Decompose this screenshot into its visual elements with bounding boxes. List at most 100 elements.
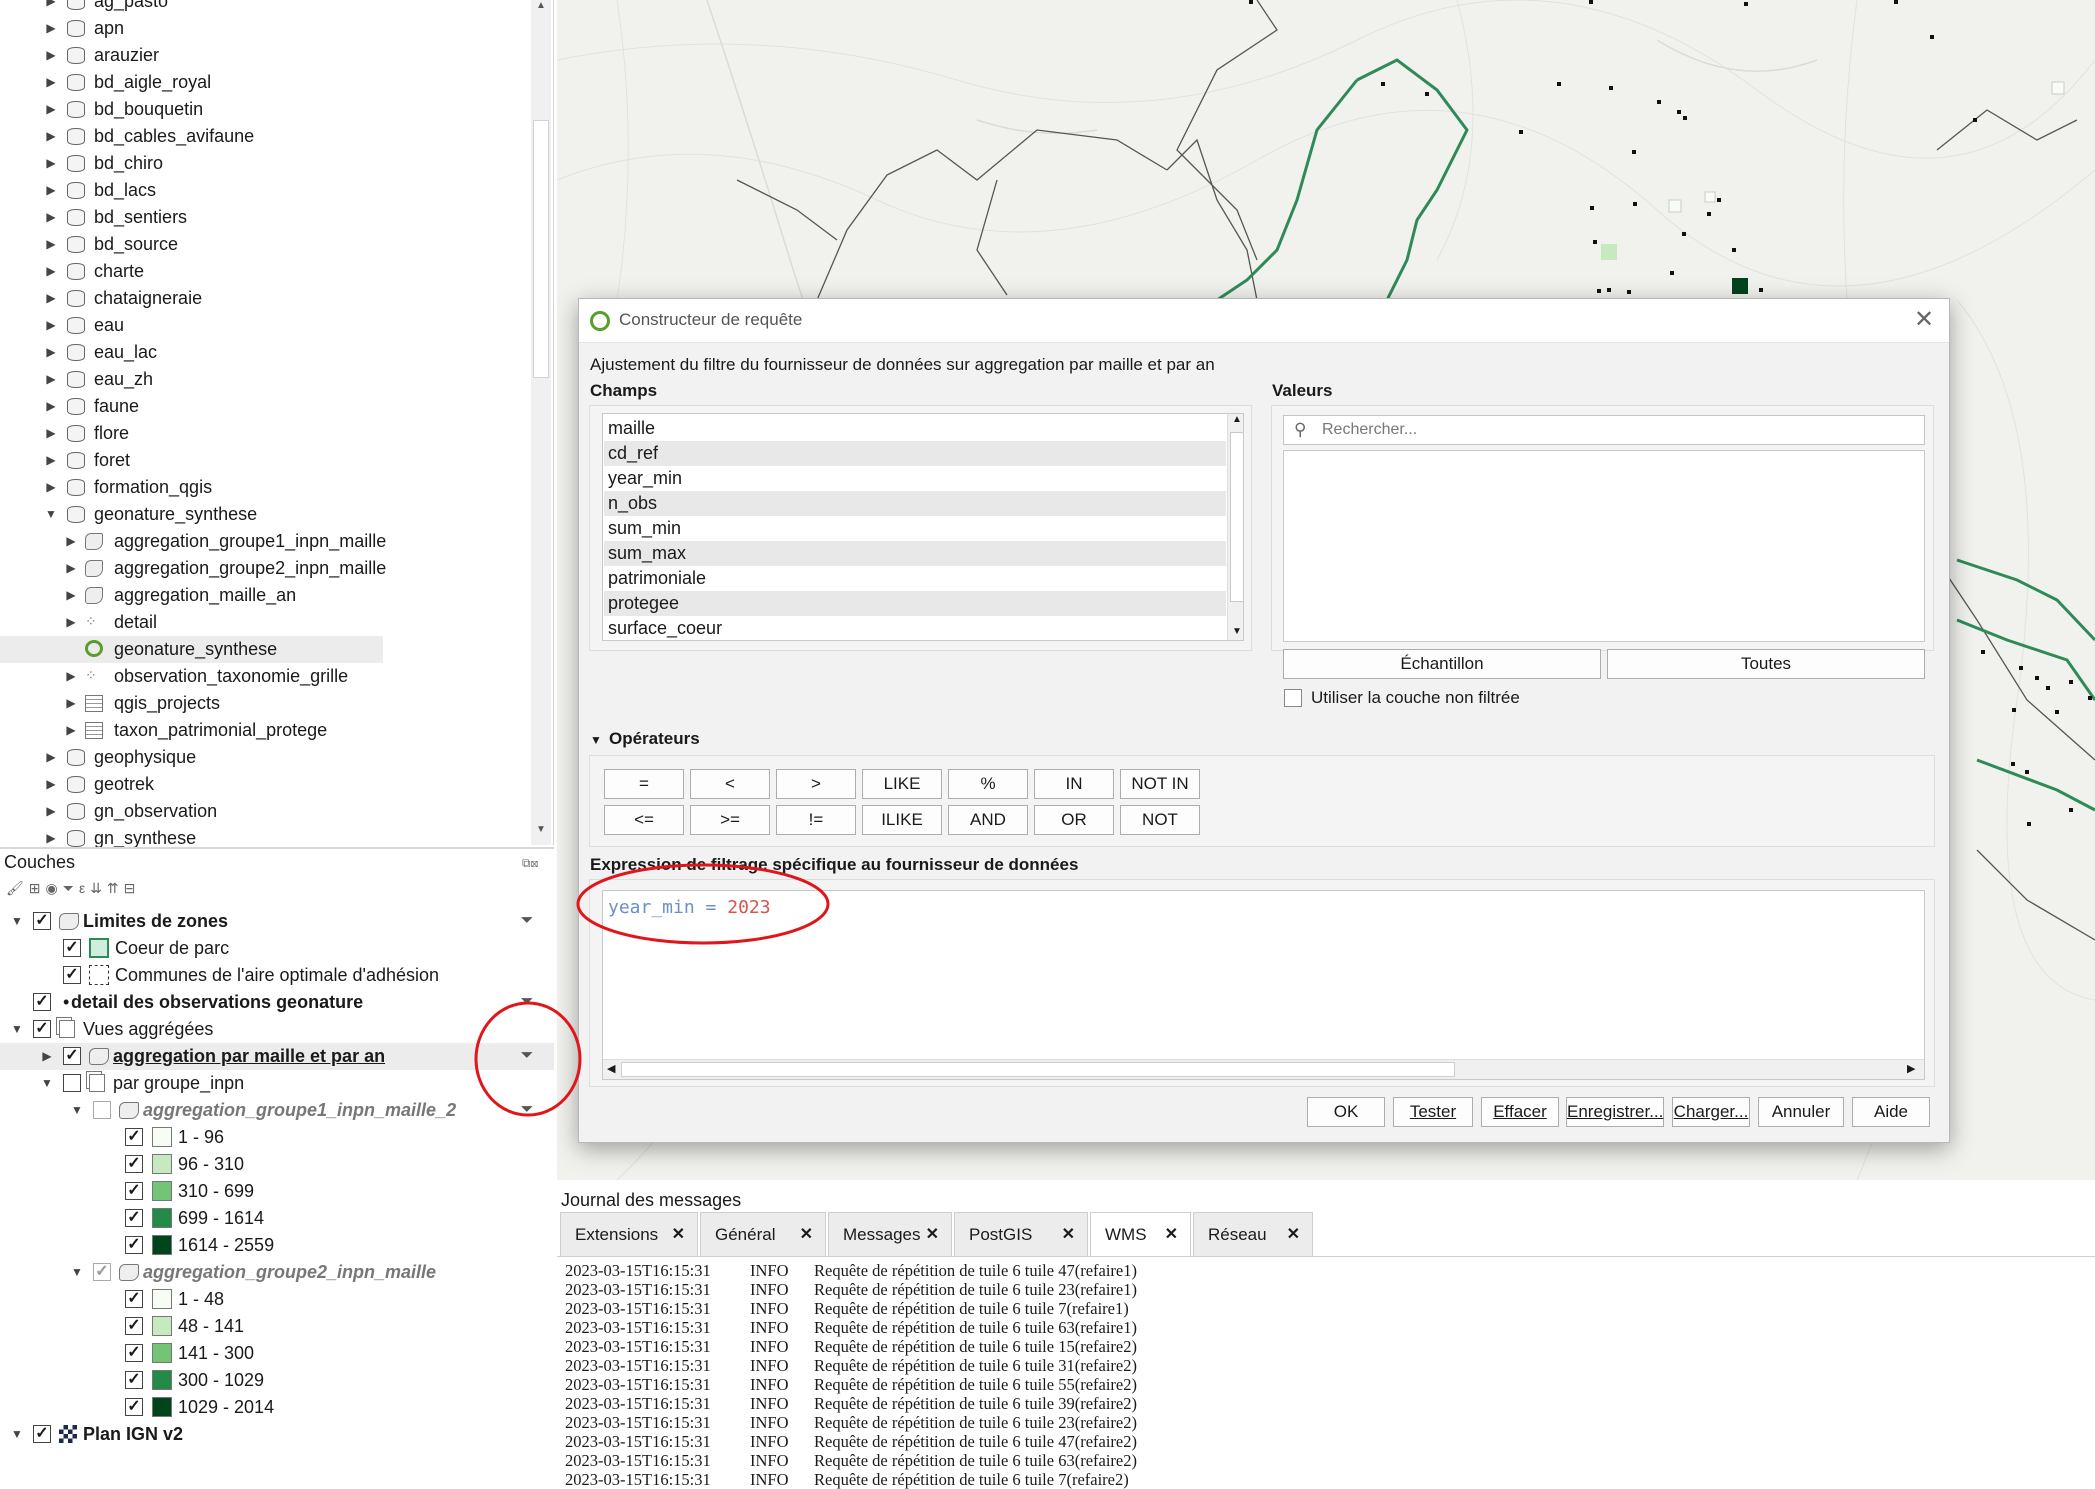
layer-row[interactable]: ✓ 310 - 699	[0, 1178, 554, 1205]
expand-arrow-icon[interactable]: ▶	[44, 42, 58, 69]
scroll-left-icon[interactable]: ◀	[607, 1062, 615, 1075]
browser-item[interactable]: ▶ bd_lacs	[0, 177, 535, 204]
expand-arrow-icon[interactable]: ▶	[64, 609, 78, 636]
expand-arrow-icon[interactable]: ▶	[64, 555, 78, 582]
browser-item[interactable]: ▶ flore	[0, 420, 535, 447]
save-button[interactable]: Enregistrer...	[1566, 1097, 1664, 1127]
browser-item[interactable]: ▶ ⁘ detail	[0, 609, 535, 636]
expand-all-icon[interactable]: ⇊	[90, 880, 107, 896]
layer-visibility-checkbox[interactable]: ✓	[33, 1020, 51, 1038]
filter-icon[interactable]: ⏷	[518, 913, 536, 929]
operator-button[interactable]: LIKE	[862, 769, 942, 799]
layer-visibility-checkbox[interactable]	[63, 1074, 81, 1092]
expand-arrow-icon[interactable]: ▶	[64, 582, 78, 609]
fields-scroll-up-icon[interactable]: ▲	[1229, 414, 1243, 425]
layer-visibility-checkbox[interactable]: ✓	[125, 1398, 143, 1416]
panel-float-icon[interactable]: ⧉⊠	[522, 856, 538, 871]
layer-visibility-checkbox[interactable]: ✓	[63, 939, 81, 957]
layer-visibility-checkbox[interactable]: ✓	[125, 1155, 143, 1173]
browser-item[interactable]: ▶ bd_bouquetin	[0, 96, 535, 123]
browser-item[interactable]: ▶ taxon_patrimonial_protege	[0, 717, 535, 744]
browser-item[interactable]: ▶ qgis_projects	[0, 690, 535, 717]
expand-arrow-icon[interactable]: ▶	[44, 15, 58, 42]
fields-list[interactable]: maille cd_ref year_min n_obs sum_min sum_maxp…	[602, 413, 1244, 641]
fields-scrollbar[interactable]: ▲ ▼	[1227, 414, 1243, 640]
clear-button[interactable]: Effacer	[1481, 1097, 1559, 1127]
layer-visibility-checkbox[interactable]: ✓	[125, 1290, 143, 1308]
expand-arrow-icon[interactable]: ▶	[44, 771, 58, 798]
unfiltered-layer-checkbox[interactable]	[1284, 689, 1302, 707]
help-button[interactable]: Aide	[1852, 1097, 1930, 1127]
field-item[interactable]: n_obs	[604, 491, 1226, 516]
layer-visibility-checkbox[interactable]: ✓	[63, 966, 81, 984]
layer-row[interactable]: ▼ par groupe_inpn	[0, 1070, 554, 1097]
browser-item[interactable]: ▶ eau_zh	[0, 366, 535, 393]
filter-icon[interactable]: ⏷	[518, 994, 536, 1010]
expand-arrow-icon[interactable]: ▶	[44, 798, 58, 825]
browser-item[interactable]: ▶ foret	[0, 447, 535, 474]
browser-item[interactable]: ▶ apn	[0, 15, 535, 42]
browser-item[interactable]: ▶ charte	[0, 258, 535, 285]
layer-row[interactable]: ▼ ✓ Vues aggrégées	[0, 1016, 554, 1043]
field-item[interactable]: maille	[604, 416, 1226, 441]
field-item[interactable]: sum_max	[604, 541, 1226, 566]
layer-row[interactable]: ✓ Communes de l'aire optimale d'adhésion	[0, 962, 554, 989]
field-item[interactable]: surface_coeur	[604, 616, 1226, 640]
layer-row[interactable]: ✓ 300 - 1029	[0, 1367, 554, 1394]
layer-row[interactable]: ▼ ✓ Limites de zones ⏷	[0, 908, 554, 935]
values-search-input[interactable]: ⚲ Rechercher...	[1283, 415, 1925, 445]
expand-arrow-icon[interactable]: ▶	[64, 690, 78, 717]
operator-button[interactable]: <=	[604, 805, 684, 835]
layer-row[interactable]: ✓ Coeur de parc	[0, 935, 554, 962]
browser-item[interactable]: ▶ eau	[0, 312, 535, 339]
operator-button[interactable]: ILIKE	[862, 805, 942, 835]
browser-item[interactable]: ▶ aggregation_groupe1_inpn_maille	[0, 528, 535, 555]
browser-item[interactable]: ▶ arauzier	[0, 42, 535, 69]
close-tab-icon[interactable]: ✕	[926, 1213, 939, 1257]
browser-item[interactable]: ▶ eau_lac	[0, 339, 535, 366]
expand-arrow-icon[interactable]: ▶	[44, 744, 58, 771]
expand-arrow-icon[interactable]: ▶	[44, 474, 58, 501]
browser-item[interactable]: ▶ geotrek	[0, 771, 535, 798]
layer-row[interactable]: ▼ ✓ aggregation_groupe2_inpn_maille	[0, 1259, 554, 1286]
collapse-all-icon[interactable]: ⇈	[107, 880, 124, 896]
expand-arrow-icon[interactable]: ▶	[44, 123, 58, 150]
browser-item[interactable]: ▶ bd_aigle_royal	[0, 69, 535, 96]
scroll-down-icon[interactable]: ▼	[533, 824, 549, 838]
browser-item[interactable]: ▶ aggregation_maille_an	[0, 582, 535, 609]
expand-arrow-icon[interactable]: ▶	[44, 150, 58, 177]
browser-item[interactable]: ▶ chataigneraie	[0, 285, 535, 312]
filter-icon[interactable]: ⏷	[518, 1048, 536, 1064]
expression-filter-icon[interactable]: ε	[79, 880, 90, 896]
layer-visibility-checkbox[interactable]: ✓	[33, 1425, 51, 1443]
collapse-arrow-icon[interactable]: ▼	[70, 1259, 84, 1286]
expand-arrow-icon[interactable]: ▶	[40, 1043, 54, 1070]
close-tab-icon[interactable]: ✕	[800, 1213, 813, 1257]
collapse-arrow-icon[interactable]: ▼	[10, 1421, 24, 1448]
expand-arrow-icon[interactable]: ▶	[44, 393, 58, 420]
operator-button[interactable]: !=	[776, 805, 856, 835]
remove-layer-icon[interactable]: ⊟	[124, 880, 141, 896]
layer-row[interactable]: ✓ 1 - 48	[0, 1286, 554, 1313]
operator-button[interactable]: <	[690, 769, 770, 799]
expression-editor[interactable]: year_min = 2023 ◀ ▶	[602, 890, 1925, 1080]
field-item[interactable]: sum_min	[604, 516, 1226, 541]
browser-item[interactable]: ▶ aggregation_groupe2_inpn_maille	[0, 555, 535, 582]
operator-button[interactable]: NOT IN	[1120, 769, 1200, 799]
field-item[interactable]: cd_ref	[604, 441, 1226, 466]
field-item[interactable]: year_min	[604, 466, 1226, 491]
operator-button[interactable]: OR	[1034, 805, 1114, 835]
expression-hscrollbar[interactable]: ◀ ▶	[603, 1059, 1924, 1079]
layer-visibility-checkbox[interactable]: ✓	[63, 1047, 81, 1065]
expand-arrow-icon[interactable]: ▶	[64, 663, 78, 690]
layer-row[interactable]: ✓ 1029 - 2014	[0, 1394, 554, 1421]
close-tab-icon[interactable]: ✕	[672, 1213, 685, 1257]
expand-arrow-icon[interactable]: ▶	[44, 204, 58, 231]
close-tab-icon[interactable]: ✕	[1062, 1213, 1075, 1257]
field-item[interactable]: protegee	[604, 591, 1226, 616]
scroll-right-icon[interactable]: ▶	[1907, 1062, 1915, 1075]
eye-icon[interactable]: ◉	[46, 880, 63, 896]
browser-scrollbar-thumb[interactable]	[533, 120, 549, 378]
journal-tab[interactable]: Général ✕	[700, 1212, 826, 1256]
layer-visibility-checkbox[interactable]: ✓	[125, 1236, 143, 1254]
